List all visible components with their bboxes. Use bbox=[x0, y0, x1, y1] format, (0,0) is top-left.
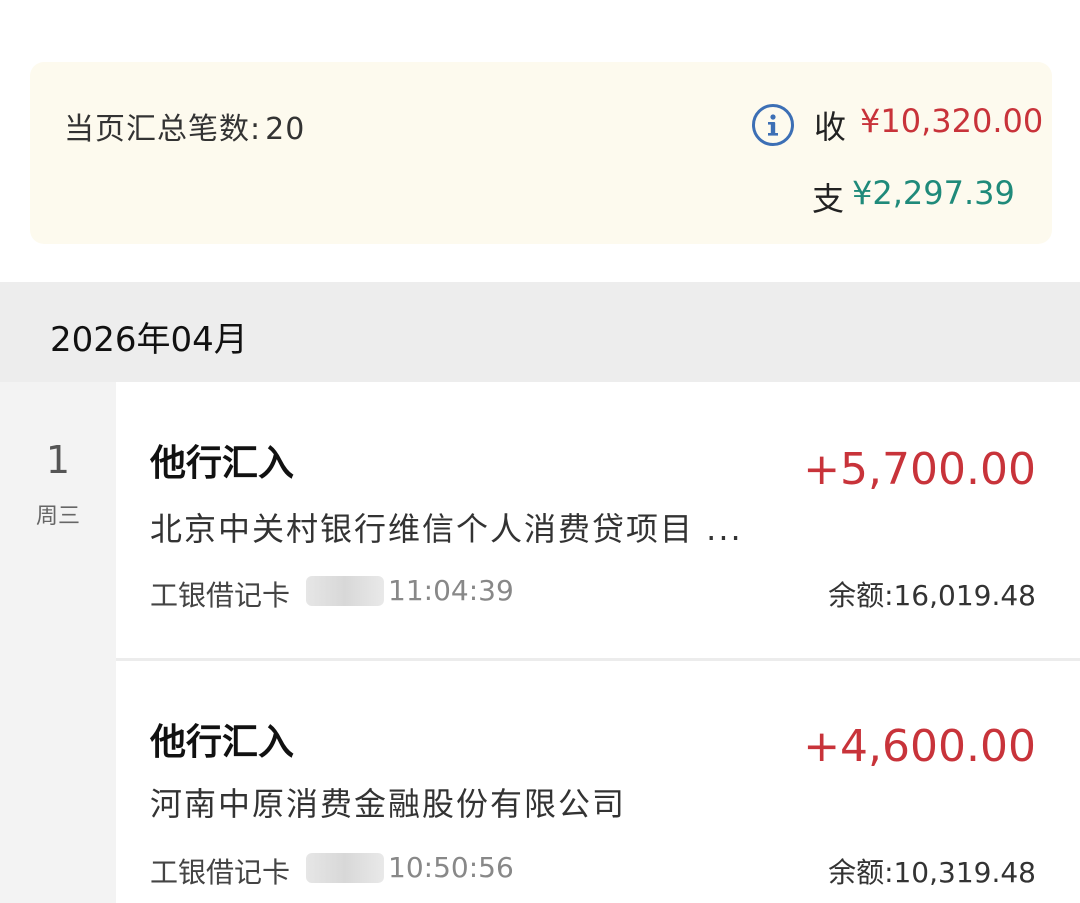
transaction-time: 11:04:39 bbox=[388, 574, 514, 607]
day-number: 1 bbox=[45, 438, 71, 482]
transaction-title: 他行汇入 bbox=[150, 722, 295, 763]
transaction-description: 北京中关村银行维信个人消费贷项目 ... bbox=[150, 510, 743, 548]
card-name: 工银借记卡 bbox=[150, 579, 291, 612]
card-name: 工银借记卡 bbox=[150, 856, 291, 889]
transaction-description: 河南中原消费金融股份有限公司 bbox=[150, 785, 627, 823]
page-count: 当页汇总笔数: 20 bbox=[64, 104, 305, 148]
masked-card-number bbox=[306, 576, 384, 606]
month-header[interactable]: 2026年04月 bbox=[0, 282, 1080, 382]
transaction-title: 他行汇入 bbox=[150, 443, 295, 484]
income-label: 收 bbox=[814, 108, 847, 146]
transaction-amount: +4,600.00 bbox=[803, 721, 1036, 772]
income-amount: ¥10,320.00 bbox=[860, 102, 1044, 140]
balance-text: 余额:10,319.48 bbox=[828, 856, 1036, 889]
transaction-amount: +5,700.00 bbox=[803, 444, 1036, 495]
date-column: 1 周三 bbox=[0, 382, 116, 903]
expense-amount: ¥2,297.39 bbox=[852, 174, 1015, 212]
weekday-label: 周三 bbox=[35, 504, 80, 529]
transaction-time: 10:50:56 bbox=[388, 851, 514, 884]
page-count-value: 20 bbox=[265, 112, 306, 147]
expense-label: 支 bbox=[812, 180, 845, 218]
transaction-item[interactable]: 他行汇入 +4,600.00 河南中原消费金融股份有限公司 工银借记卡 10:5… bbox=[116, 661, 1080, 903]
balance-text: 余额:16,019.48 bbox=[828, 579, 1036, 612]
info-icon[interactable] bbox=[752, 104, 794, 146]
month-label: 2026年04月 bbox=[50, 320, 248, 360]
transaction-item[interactable]: 他行汇入 +5,700.00 北京中关村银行维信个人消费贷项目 ... 工银借记… bbox=[116, 382, 1080, 658]
summary-panel: 当页汇总笔数: 20 收 ¥10,320.00 支 ¥2,297.39 bbox=[30, 62, 1052, 244]
page-count-label: 当页汇总笔数: bbox=[64, 112, 262, 147]
masked-card-number bbox=[306, 853, 384, 883]
